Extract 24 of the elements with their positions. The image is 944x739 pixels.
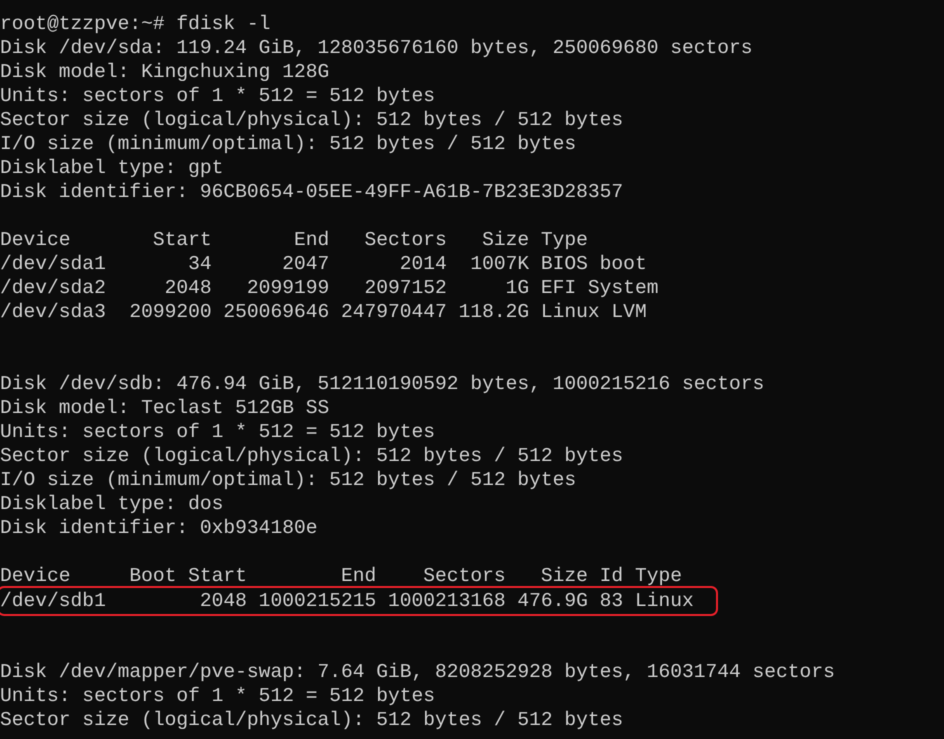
terminal-line: Disklabel type: dos xyxy=(0,492,224,516)
terminal-line: Sector size (logical/physical): 512 bytes / 512 bytes xyxy=(0,444,624,468)
terminal-line: Disk /dev/sda: 119.24 GiB, 128035676160 bytes, 250069680 sectors xyxy=(0,36,753,60)
terminal-line: Units: sectors of 1 * 512 = 512 bytes xyxy=(0,84,436,108)
terminal-line: root@tzzpve:~# fdisk -l xyxy=(0,12,270,36)
terminal-line: Disk model: Teclast 512GB SS xyxy=(0,396,330,420)
terminal-line: Disk /dev/mapper/pve-swap: 7.64 GiB, 8208252928 bytes, 16031744 sectors xyxy=(0,660,835,684)
terminal-line: Device Start End Sectors Size Type xyxy=(0,228,588,252)
terminal-line: Sector size (logical/physical): 512 bytes / 512 bytes xyxy=(0,108,624,132)
terminal-line: Sector size (logical/physical): 512 bytes / 512 bytes xyxy=(0,708,624,732)
terminal-line: Disk /dev/sdb: 476.94 GiB, 512110190592 bytes, 1000215216 sectors xyxy=(0,372,764,396)
terminal-line: /dev/sda1 34 2047 2014 1007K BIOS boot xyxy=(0,252,647,276)
terminal-line: Units: sectors of 1 * 512 = 512 bytes xyxy=(0,420,436,444)
terminal-line: Device Boot Start End Sectors Size Id Type xyxy=(0,564,682,588)
terminal-line: Disk identifier: 0xb934180e xyxy=(0,516,318,540)
terminal-line: I/O size (minimum/optimal): 512 bytes / 512 bytes xyxy=(0,468,576,492)
terminal-line: Disk model: Kingchuxing 128G xyxy=(0,60,330,84)
terminal-line: Disk identifier: 96CB0654-05EE-49FF-A61B-7B23E3D28357 xyxy=(0,180,624,204)
terminal-line: I/O size (minimum/optimal): 512 bytes / 512 bytes xyxy=(0,132,576,156)
terminal-line: /dev/sda3 2099200 250069646 247970447 118.2G Linux LVM xyxy=(0,300,647,324)
highlighted-terminal-line: /dev/sdb1 2048 1000215215 1000213168 476.9G 83 Linux xyxy=(0,589,715,613)
terminal-line: Disklabel type: gpt xyxy=(0,156,224,180)
terminal-line: /dev/sda2 2048 2099199 2097152 1G EFI System xyxy=(0,276,658,300)
terminal-line: Units: sectors of 1 * 512 = 512 bytes xyxy=(0,684,436,708)
